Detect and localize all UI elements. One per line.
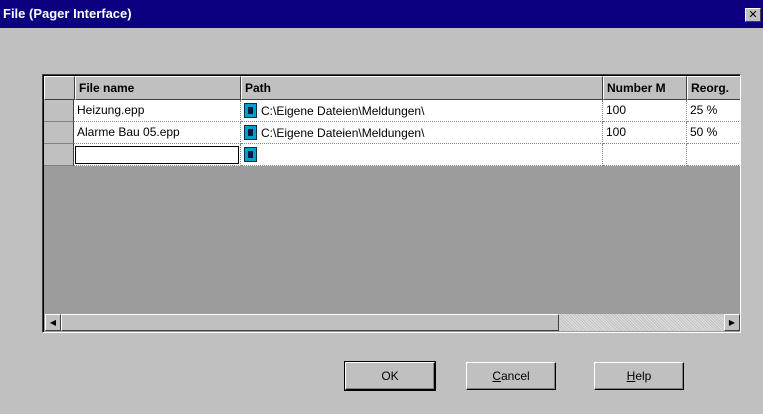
title-bar[interactable]: File (Pager Interface) ✕ [0,0,763,28]
folder-browse-icon[interactable] [244,103,257,118]
row-header[interactable] [44,144,74,166]
column-header-file-name[interactable]: File name [75,76,241,100]
horizontal-scrollbar[interactable]: ◀ ▶ [45,314,740,331]
ok-button[interactable]: OK [344,361,436,391]
cell-path-text: C:\Eigene Dateien\Meldungen\ [261,126,425,140]
file-grid[interactable]: File name Path Number M Reorg. Heizung.e… [42,74,741,333]
arrow-left-icon: ◀ [49,318,57,327]
ok-button-label: OK [381,369,399,383]
column-header-reorg[interactable]: Reorg. [687,76,740,100]
column-header-path[interactable]: Path [241,76,603,100]
cell-reorg[interactable]: 25 % [687,100,740,122]
cell-number[interactable]: 100 [603,100,687,122]
cell-reorg[interactable]: 50 % [687,122,740,144]
row-header[interactable] [44,100,74,122]
scroll-thumb[interactable] [61,314,559,331]
help-button[interactable]: Help [594,362,684,390]
cancel-accel: C [492,369,501,383]
cell-path-text: C:\Eigene Dateien\Meldungen\ [261,104,425,118]
cell-path[interactable] [241,144,603,166]
cell-reorg[interactable] [687,144,740,166]
cell-file-name[interactable]: Heizung.epp [74,100,241,122]
cancel-button[interactable]: Cancel [466,362,556,390]
folder-browse-icon[interactable] [244,147,257,162]
grid-frame: File name Path Number M Reorg. Heizung.e… [43,75,740,332]
arrow-right-icon: ▶ [728,318,736,327]
cell-file-name-container [74,144,241,166]
row-header[interactable] [44,122,74,144]
close-button[interactable]: ✕ [745,8,761,22]
file-name-input[interactable] [74,145,240,165]
cell-number[interactable]: 100 [603,122,687,144]
cell-number[interactable] [603,144,687,166]
grid-corner-header[interactable] [44,76,75,100]
cell-file-name[interactable]: Alarme Bau 05.epp [74,122,241,144]
close-icon: ✕ [748,9,758,21]
cell-path[interactable]: C:\Eigene Dateien\Meldungen\ [241,100,603,122]
scroll-left-button[interactable]: ◀ [45,314,61,331]
window-title: File (Pager Interface) [3,6,132,21]
column-header-number[interactable]: Number M [603,76,687,100]
scroll-right-button[interactable]: ▶ [724,314,740,331]
cancel-label-rest: ancel [500,369,530,383]
folder-browse-icon[interactable] [244,125,257,140]
help-label-rest: elp [635,369,652,383]
cell-path[interactable]: C:\Eigene Dateien\Meldungen\ [241,122,603,144]
